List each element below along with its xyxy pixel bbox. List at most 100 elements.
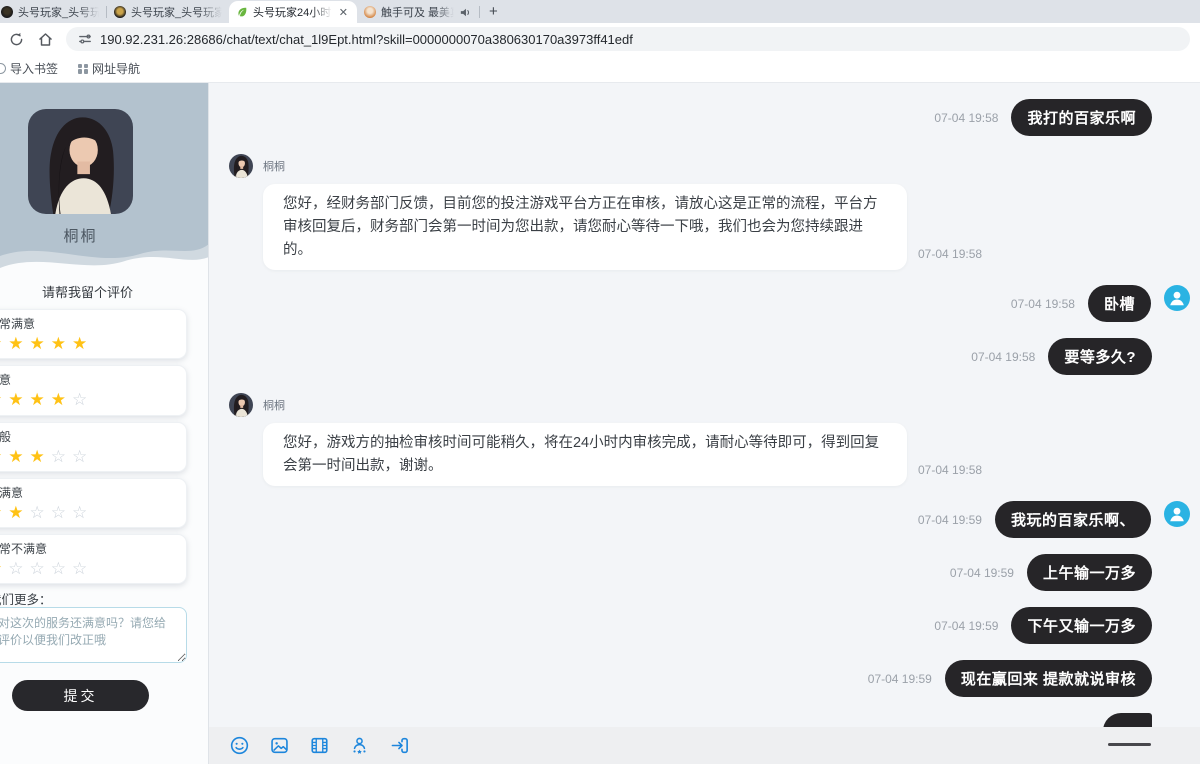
star-filled-icon[interactable]: ★: [0, 559, 8, 578]
home-icon[interactable]: [37, 31, 54, 48]
user-bubble[interactable]: 现在赢回来 提款就说审核: [945, 660, 1152, 697]
browser-tab-4[interactable]: 触手可及 最美真人: [357, 1, 479, 23]
star-filled-icon[interactable]: ★: [0, 334, 8, 353]
bookmark-label: 网址导航: [92, 60, 140, 77]
page-content: 桐桐 请帮我留个评价 非常满意★★★★★满意★★★★☆一般★★★☆☆不满意★★☆…: [0, 83, 1200, 764]
partial-message-bubble: [1108, 743, 1151, 746]
video-icon[interactable]: [309, 735, 330, 756]
tab-audio-speaker-icon[interactable]: [459, 6, 472, 19]
rating-label: 一般: [0, 428, 176, 445]
star-filled-icon[interactable]: ★: [8, 334, 29, 353]
submit-button[interactable]: 提交: [12, 680, 149, 711]
user-avatar-icon: [1164, 285, 1190, 311]
browser-tab-1[interactable]: 头号玩家_头号玩家游: [0, 1, 106, 23]
user-bubble[interactable]: 我打的百家乐啊: [1011, 99, 1152, 136]
star-row: ★★★★☆: [0, 389, 176, 410]
import-bookmarks-icon: [0, 63, 6, 74]
timestamp: 07-04 19:58: [971, 350, 1035, 364]
user-bubble[interactable]: 下午又输一万多: [1011, 607, 1152, 644]
rating-card[interactable]: 非常不满意★☆☆☆☆: [0, 534, 187, 584]
star-filled-icon[interactable]: ★: [0, 447, 8, 466]
rating-label: 不满意: [0, 484, 176, 501]
browser-tab-strip: 头号玩家_头号玩家游 头号玩家_头号玩家游 头号玩家24小时在 ✕ 触手可及 最…: [0, 0, 1200, 23]
browser-tab-3-active[interactable]: 头号玩家24小时在 ✕: [229, 1, 357, 23]
rating-card-list: 非常满意★★★★★满意★★★★☆一般★★★☆☆不满意★★☆☆☆非常不满意★☆☆☆…: [0, 309, 187, 584]
emoji-icon[interactable]: [229, 735, 250, 756]
timestamp: 07-04 19:58: [1011, 297, 1075, 311]
agent-bubble[interactable]: 您好，经财务部门反馈，目前您的投注游戏平台方正在审核，请放心这是正常的流程，平台…: [263, 184, 907, 270]
star-empty-icon[interactable]: ☆: [72, 559, 93, 578]
refresh-icon[interactable]: [8, 31, 25, 48]
star-empty-icon[interactable]: ☆: [72, 447, 93, 466]
tab-title: 头号玩家_头号玩家游: [131, 4, 222, 20]
bookmark-import[interactable]: 导入书签: [0, 60, 58, 77]
rating-card[interactable]: 一般★★★☆☆: [0, 422, 187, 472]
star-empty-icon[interactable]: ☆: [30, 503, 51, 522]
new-tab-button[interactable]: +: [480, 3, 507, 23]
star-empty-icon[interactable]: ☆: [72, 390, 93, 409]
tab-title: 触手可及 最美真人: [381, 4, 454, 20]
rating-card[interactable]: 不满意★★☆☆☆: [0, 478, 187, 528]
star-empty-icon[interactable]: ☆: [8, 559, 29, 578]
agent-name: 桐桐: [263, 158, 982, 174]
feedback-textarea[interactable]: [0, 607, 187, 663]
star-filled-icon[interactable]: ★: [8, 503, 29, 522]
user-message-row: 07-04 19:58 我打的百家乐啊: [209, 99, 1200, 136]
timestamp: 07-04 19:59: [934, 619, 998, 633]
star-filled-icon[interactable]: ★: [72, 334, 93, 353]
star-filled-icon[interactable]: ★: [8, 390, 29, 409]
star-filled-icon[interactable]: ★: [51, 390, 72, 409]
bookmark-nav[interactable]: 网址导航: [78, 60, 140, 77]
star-empty-icon[interactable]: ☆: [30, 559, 51, 578]
user-avatar-icon: [1164, 501, 1190, 527]
typing-indicator[interactable]: [1103, 713, 1152, 727]
user-message-row: 07-04 19:59现在赢回来 提款就说审核: [209, 660, 1200, 697]
star-filled-icon[interactable]: ★: [30, 334, 51, 353]
rating-prompt: 请帮我留个评价: [42, 282, 133, 301]
star-filled-icon[interactable]: ★: [30, 390, 51, 409]
star-filled-icon[interactable]: ★: [0, 503, 8, 522]
image-icon[interactable]: [269, 735, 290, 756]
timestamp: 07-04 19:58: [934, 111, 998, 125]
user-message-row: 07-04 19:58 卧槽: [209, 285, 1200, 322]
bookmarks-bar: 导入书签 网址导航: [0, 55, 1200, 83]
chat-panel: 07-04 19:58 我打的百家乐啊桐桐您好，经财务部门反馈，目前您的投注游戏平…: [209, 83, 1200, 764]
user-message-row: 07-04 19:59上午输一万多: [209, 554, 1200, 591]
agent-message-row: 桐桐您好，经财务部门反馈，目前您的投注游戏平台方正在审核，请放心这是正常的流程，…: [209, 152, 1200, 270]
rating-label: 非常不满意: [0, 540, 176, 557]
agent-avatar-photo: [28, 109, 133, 214]
rating-card[interactable]: 满意★★★★☆: [0, 365, 187, 415]
star-empty-icon[interactable]: ☆: [51, 447, 72, 466]
message-list[interactable]: 07-04 19:58 我打的百家乐啊桐桐您好，经财务部门反馈，目前您的投注游戏平…: [209, 83, 1200, 727]
star-empty-icon[interactable]: ☆: [72, 503, 93, 522]
user-message-row: 07-04 19:59 下午又输一万多: [209, 607, 1200, 644]
rating-card[interactable]: 非常满意★★★★★: [0, 309, 187, 359]
star-filled-icon[interactable]: ★: [0, 390, 8, 409]
agent-name: 桐桐: [28, 225, 133, 246]
star-filled-icon[interactable]: ★: [8, 447, 29, 466]
rating-label: 非常满意: [0, 315, 176, 332]
close-tab-icon[interactable]: ✕: [337, 6, 350, 19]
agent-message-row: 桐桐您好，游戏方的抽检审核时间可能稍久，将在24小时内审核完成，请耐心等待即可，…: [209, 391, 1200, 486]
tune-icon[interactable]: [78, 32, 92, 46]
user-bubble[interactable]: 要等多久?: [1048, 338, 1152, 375]
star-filled-icon[interactable]: ★: [30, 447, 51, 466]
user-bubble[interactable]: 上午输一万多: [1027, 554, 1152, 591]
rate-service-icon[interactable]: [349, 735, 370, 756]
user-bubble[interactable]: 我玩的百家乐啊、: [995, 501, 1151, 538]
star-row: ★★★★★: [0, 333, 176, 354]
agent-avatar: [229, 154, 253, 178]
grid-icon: [78, 64, 88, 74]
browser-tab-2[interactable]: 头号玩家_头号玩家游: [107, 1, 229, 23]
star-row: ★☆☆☆☆: [0, 558, 176, 579]
star-empty-icon[interactable]: ☆: [51, 503, 72, 522]
user-bubble[interactable]: 卧槽: [1088, 285, 1151, 322]
agent-bubble[interactable]: 您好，游戏方的抽检审核时间可能稍久，将在24小时内审核完成，请耐心等待即可，得到…: [263, 423, 907, 486]
timestamp: 07-04 19:58: [918, 463, 982, 477]
star-filled-icon[interactable]: ★: [51, 334, 72, 353]
star-empty-icon[interactable]: ☆: [51, 559, 72, 578]
star-row: ★★☆☆☆: [0, 502, 176, 523]
exit-icon[interactable]: [389, 735, 410, 756]
orange-circle-icon: [364, 6, 376, 18]
address-bar[interactable]: 190.92.231.26:28686/chat/text/chat_1l9Ep…: [66, 27, 1190, 51]
